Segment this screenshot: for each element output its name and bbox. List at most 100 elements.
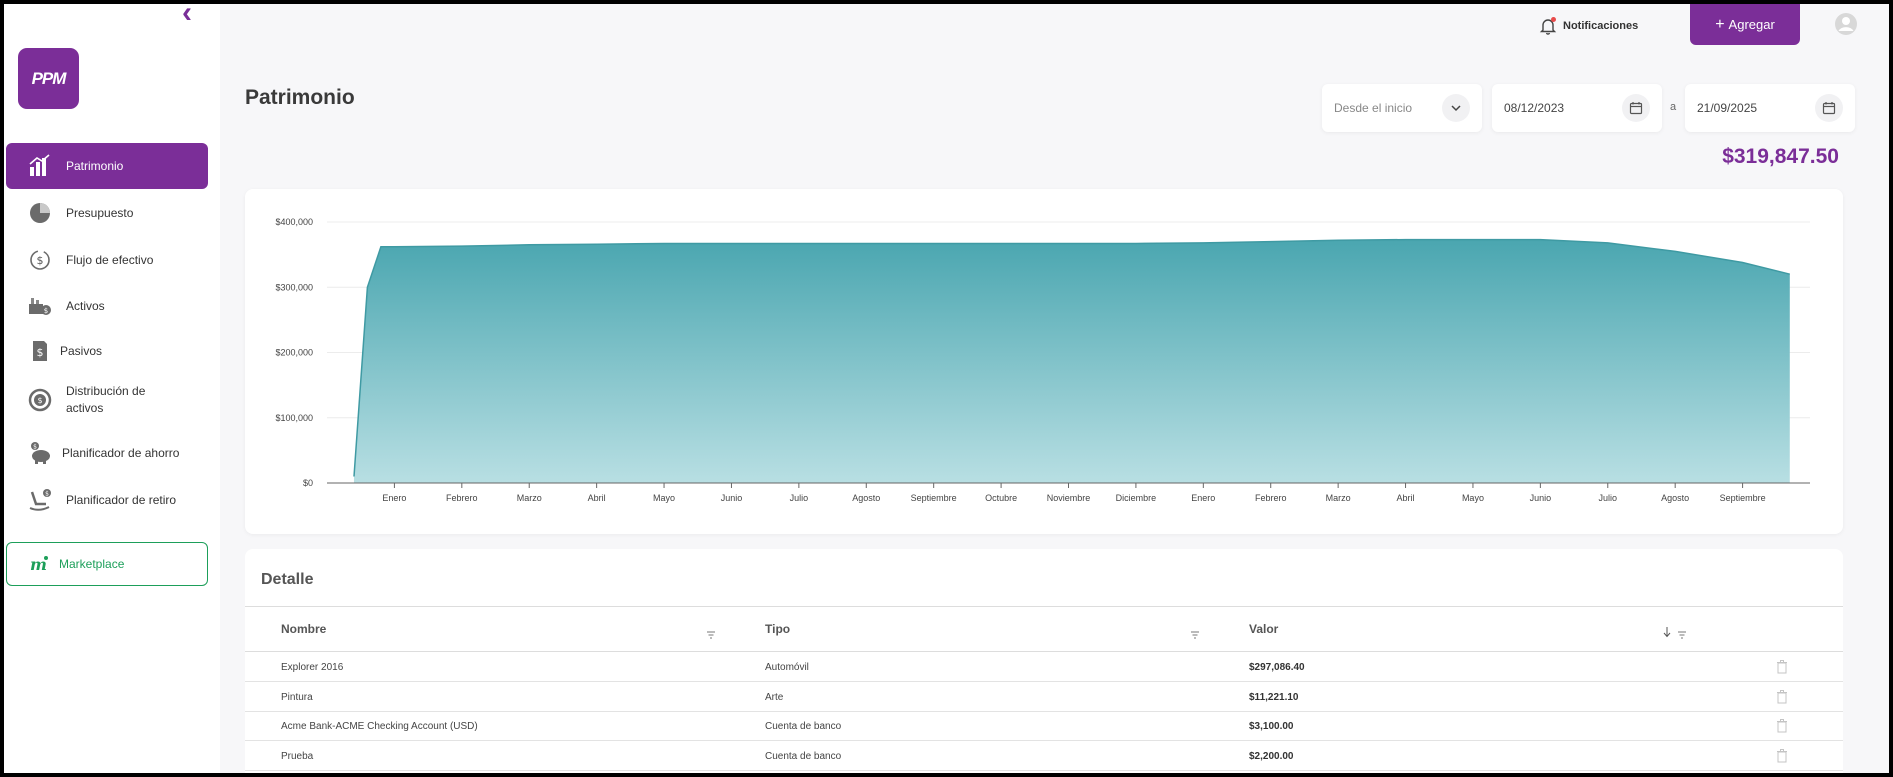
y-tick-label: $300,000 xyxy=(275,282,313,292)
sidebar-item-patrimonio[interactable]: Patrimonio xyxy=(6,143,208,189)
cell-type: Cuenta de banco xyxy=(765,751,842,762)
sidebar-item-label: Flujo de efectivo xyxy=(66,252,154,267)
notifications-button[interactable]: Notificaciones xyxy=(1539,14,1638,38)
notifications-label: Notificaciones xyxy=(1563,20,1639,32)
area-series xyxy=(353,239,1790,483)
sidebar-item-label: Patrimonio xyxy=(66,158,124,173)
filter-icon[interactable] xyxy=(1190,627,1200,639)
x-tick-label: Abril xyxy=(588,493,606,503)
svg-text:$: $ xyxy=(44,307,48,315)
detail-title: Detalle xyxy=(261,571,314,588)
svg-text:$: $ xyxy=(37,346,44,359)
sidebar-item-presupuesto[interactable]: Presupuesto xyxy=(6,190,208,236)
x-tick-label: Junio xyxy=(721,493,743,503)
sidebar-item-label: Planificador de retiro xyxy=(66,492,177,507)
cell-name: Pintura xyxy=(281,692,313,703)
x-tick-label: Agosto xyxy=(1661,493,1689,503)
sidebar-item-flujo[interactable]: $ Flujo de efectivo xyxy=(6,237,208,283)
x-tick-label: Marzo xyxy=(517,493,542,503)
trash-icon[interactable] xyxy=(1776,660,1788,674)
sort-desc-icon[interactable] xyxy=(1662,625,1672,638)
x-tick-label: Junio xyxy=(1530,493,1552,503)
cell-name: Explorer 2016 xyxy=(281,662,344,673)
notification-dot xyxy=(1551,17,1556,22)
sidebar-item-label: Planificador de ahorro xyxy=(62,445,180,460)
bar-chart-icon xyxy=(28,154,52,178)
x-tick-label: Septiembre xyxy=(911,493,957,503)
cell-value: $2,200.00 xyxy=(1249,751,1294,762)
net-worth-area-chart: $0 $100,000 $200,000 $300,000 $400,000 Enero F… xyxy=(275,217,1810,503)
table-row[interactable]: Prueba Cuenta de banco $2,200.00 xyxy=(245,741,1843,771)
y-tick-label: $200,000 xyxy=(275,348,313,358)
liabilities-icon: $ xyxy=(28,339,52,363)
cell-value: $297,086.40 xyxy=(1249,662,1305,673)
sidebar-item-pasivos[interactable]: $ Pasivos xyxy=(6,328,208,374)
x-tick-label: Febrero xyxy=(1255,493,1287,503)
cell-type: Cuenta de banco xyxy=(765,721,842,732)
table-row[interactable]: Explorer 2016 Automóvil $297,086.40 xyxy=(245,652,1843,682)
cell-value: $11,221.10 xyxy=(1249,692,1299,703)
collapse-sidebar-icon[interactable]: ‹ xyxy=(182,4,208,28)
column-header-name[interactable]: Nombre xyxy=(281,622,326,636)
x-tick-label: Febrero xyxy=(446,493,478,503)
x-tick-label: Noviembre xyxy=(1047,493,1091,503)
x-tick-label: Julio xyxy=(1599,493,1618,503)
add-button[interactable]: + Agregar xyxy=(1690,4,1800,45)
x-tick-label: Enero xyxy=(382,493,406,503)
x-tick-label: Mayo xyxy=(653,493,675,503)
filter-icon[interactable] xyxy=(1677,627,1687,639)
sidebar-item-activos[interactable]: $ Activos xyxy=(6,283,208,329)
column-header-value[interactable]: Valor xyxy=(1249,622,1278,636)
trash-icon[interactable] xyxy=(1776,749,1788,763)
x-tick-label: Enero xyxy=(1191,493,1215,503)
svg-text:$: $ xyxy=(37,396,42,405)
chevron-down-icon xyxy=(1442,94,1470,122)
x-tick-label: Abril xyxy=(1397,493,1415,503)
range-select[interactable]: Desde el inicio xyxy=(1322,84,1482,132)
marketplace-button[interactable]: m Marketplace xyxy=(6,542,208,586)
x-tick-label: Octubre xyxy=(985,493,1017,503)
cell-name: Prueba xyxy=(281,751,314,762)
pie-chart-icon xyxy=(28,201,52,225)
app-window: ‹ PPM Patrimonio Presupuesto $ Flujo de … xyxy=(4,4,1889,773)
x-tick-label: Julio xyxy=(790,493,809,503)
date-from-field[interactable]: 08/12/2023 xyxy=(1492,84,1662,132)
date-separator: a xyxy=(1670,101,1677,113)
assets-icon: $ xyxy=(28,294,52,318)
app-logo: PPM xyxy=(18,48,79,109)
x-tick-label: Septiembre xyxy=(1720,493,1766,503)
table-row[interactable]: Pintura Arte $11,221.10 xyxy=(245,682,1843,712)
sidebar-item-ahorro[interactable]: $ Planificador de ahorro xyxy=(6,430,208,476)
date-to-field[interactable]: 21/09/2025 xyxy=(1685,84,1855,132)
x-tick-label: Mayo xyxy=(1462,493,1484,503)
svg-text:$: $ xyxy=(37,254,44,267)
cell-type: Arte xyxy=(765,692,784,703)
sidebar-item-label: Presupuesto xyxy=(66,205,134,220)
piggy-bank-icon: $ xyxy=(28,441,52,465)
table-row[interactable]: Acme Bank-ACME Checking Account (USD) Cu… xyxy=(245,711,1843,741)
date-from-value: 08/12/2023 xyxy=(1504,101,1565,115)
user-avatar-icon[interactable] xyxy=(1834,12,1858,36)
calendar-icon[interactable] xyxy=(1815,94,1843,122)
calendar-icon[interactable] xyxy=(1622,94,1650,122)
y-tick-label: $0 xyxy=(303,478,313,488)
sidebar-item-label: Distribución de activos xyxy=(66,384,146,415)
total-net-worth: $319,847.50 xyxy=(1722,145,1839,168)
add-label: Agregar xyxy=(1728,17,1775,32)
rocking-chair-icon: $ xyxy=(28,488,52,512)
date-to-value: 21/09/2025 xyxy=(1697,101,1758,115)
chart-card: $0 $100,000 $200,000 $300,000 $400,000 Enero F… xyxy=(245,189,1843,534)
sidebar-item-distribucion[interactable]: $ Distribución de activos xyxy=(6,375,208,425)
svg-text:$: $ xyxy=(45,491,49,498)
range-select-value: Desde el inicio xyxy=(1334,101,1413,115)
trash-icon[interactable] xyxy=(1776,690,1788,704)
filter-icon[interactable] xyxy=(706,627,716,639)
table-header: Nombre Tipo Valor xyxy=(245,606,1843,652)
svg-text:$: $ xyxy=(33,444,37,451)
cell-value: $3,100.00 xyxy=(1249,721,1294,732)
y-tick-label: $100,000 xyxy=(275,413,313,423)
trash-icon[interactable] xyxy=(1776,719,1788,733)
sidebar-item-retiro[interactable]: $ Planificador de retiro xyxy=(6,477,208,523)
column-header-type[interactable]: Tipo xyxy=(765,622,790,636)
marketplace-label: Marketplace xyxy=(59,557,125,571)
